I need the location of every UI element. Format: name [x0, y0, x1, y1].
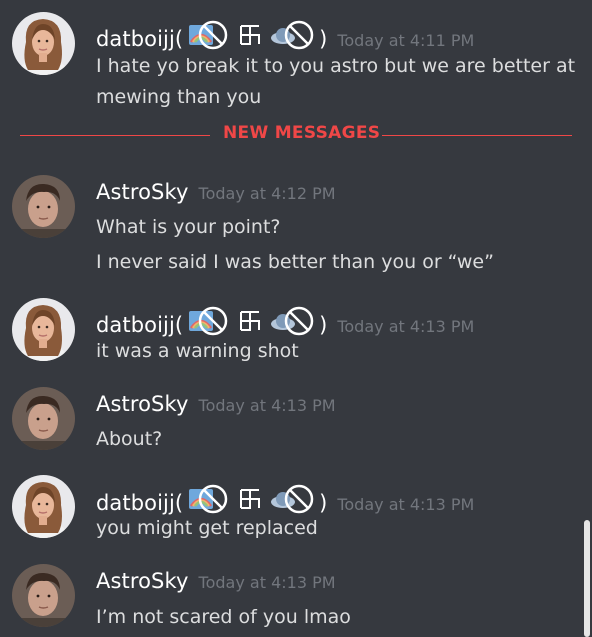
- badge-paren-open: (: [174, 313, 184, 337]
- new-messages-label: NEW MESSAGES: [223, 123, 381, 143]
- avatar[interactable]: [12, 298, 75, 361]
- timestamp[interactable]: Today at 4:13 PM: [199, 573, 336, 592]
- message-text: About?: [96, 428, 163, 450]
- badge-group: [185, 484, 317, 514]
- message-header: AstroSky Today at 4:13 PM: [96, 569, 336, 597]
- divider-rule: [382, 135, 572, 136]
- planet-no-icon: [271, 306, 314, 336]
- swastika-icon: [240, 25, 261, 45]
- timestamp[interactable]: Today at 4:11 PM: [337, 31, 474, 50]
- message-text: What is your point?: [96, 216, 281, 238]
- message-header: AstroSky Today at 4:13 PM: [96, 392, 336, 420]
- rainbow-no-icon: [189, 306, 228, 336]
- planet-no-icon: [271, 484, 314, 514]
- badge-paren-open: (: [174, 491, 184, 515]
- chat-log: datboijj () Today at 4:11 PM I hate yo …: [0, 0, 592, 637]
- username[interactable]: datboijj: [96, 491, 175, 515]
- message-text: it was a warning shot: [96, 340, 299, 362]
- swastika-icon: [240, 489, 261, 509]
- avatar[interactable]: [12, 564, 75, 627]
- planet-no-icon: [271, 20, 314, 50]
- rainbow-no-icon: [189, 20, 228, 50]
- badge-paren-close: ): [319, 27, 328, 51]
- badge-paren-close: ): [319, 313, 328, 337]
- username[interactable]: datboijj: [96, 313, 175, 337]
- username[interactable]: AstroSky: [96, 180, 189, 204]
- swastika-icon: [240, 311, 261, 331]
- timestamp[interactable]: Today at 4:12 PM: [199, 184, 336, 203]
- timestamp[interactable]: Today at 4:13 PM: [199, 396, 336, 415]
- message-text: mewing than you: [96, 86, 262, 108]
- message-text: I’m not scared of you lmao: [96, 606, 351, 628]
- avatar[interactable]: [12, 175, 75, 238]
- message-header: datboijj (: [96, 302, 474, 337]
- message-header: datboijj (: [96, 480, 474, 515]
- username[interactable]: datboijj: [96, 27, 175, 51]
- username[interactable]: AstroSky: [96, 569, 189, 593]
- message-header: AstroSky Today at 4:12 PM: [96, 180, 336, 208]
- avatar[interactable]: [12, 387, 75, 450]
- timestamp[interactable]: Today at 4:13 PM: [337, 317, 474, 336]
- badge-group: [185, 20, 317, 50]
- scrollbar-thumb[interactable]: [584, 520, 590, 637]
- username[interactable]: AstroSky: [96, 392, 189, 416]
- avatar[interactable]: [12, 12, 75, 75]
- divider-rule: [20, 135, 210, 136]
- timestamp[interactable]: Today at 4:13 PM: [337, 495, 474, 514]
- message-header: datboijj (: [96, 16, 474, 51]
- badge-paren-close: ): [319, 491, 328, 515]
- rainbow-no-icon: [189, 484, 228, 514]
- new-messages-divider: NEW MESSAGES: [20, 123, 572, 143]
- message-text: I never said I was better than you or “w…: [96, 251, 494, 273]
- badge-group: [185, 306, 317, 336]
- message-text: you might get replaced: [96, 517, 318, 539]
- message-text: I hate yo break it to you astro but we a…: [96, 55, 576, 77]
- avatar[interactable]: [12, 475, 75, 538]
- badge-paren-open: (: [174, 27, 184, 51]
